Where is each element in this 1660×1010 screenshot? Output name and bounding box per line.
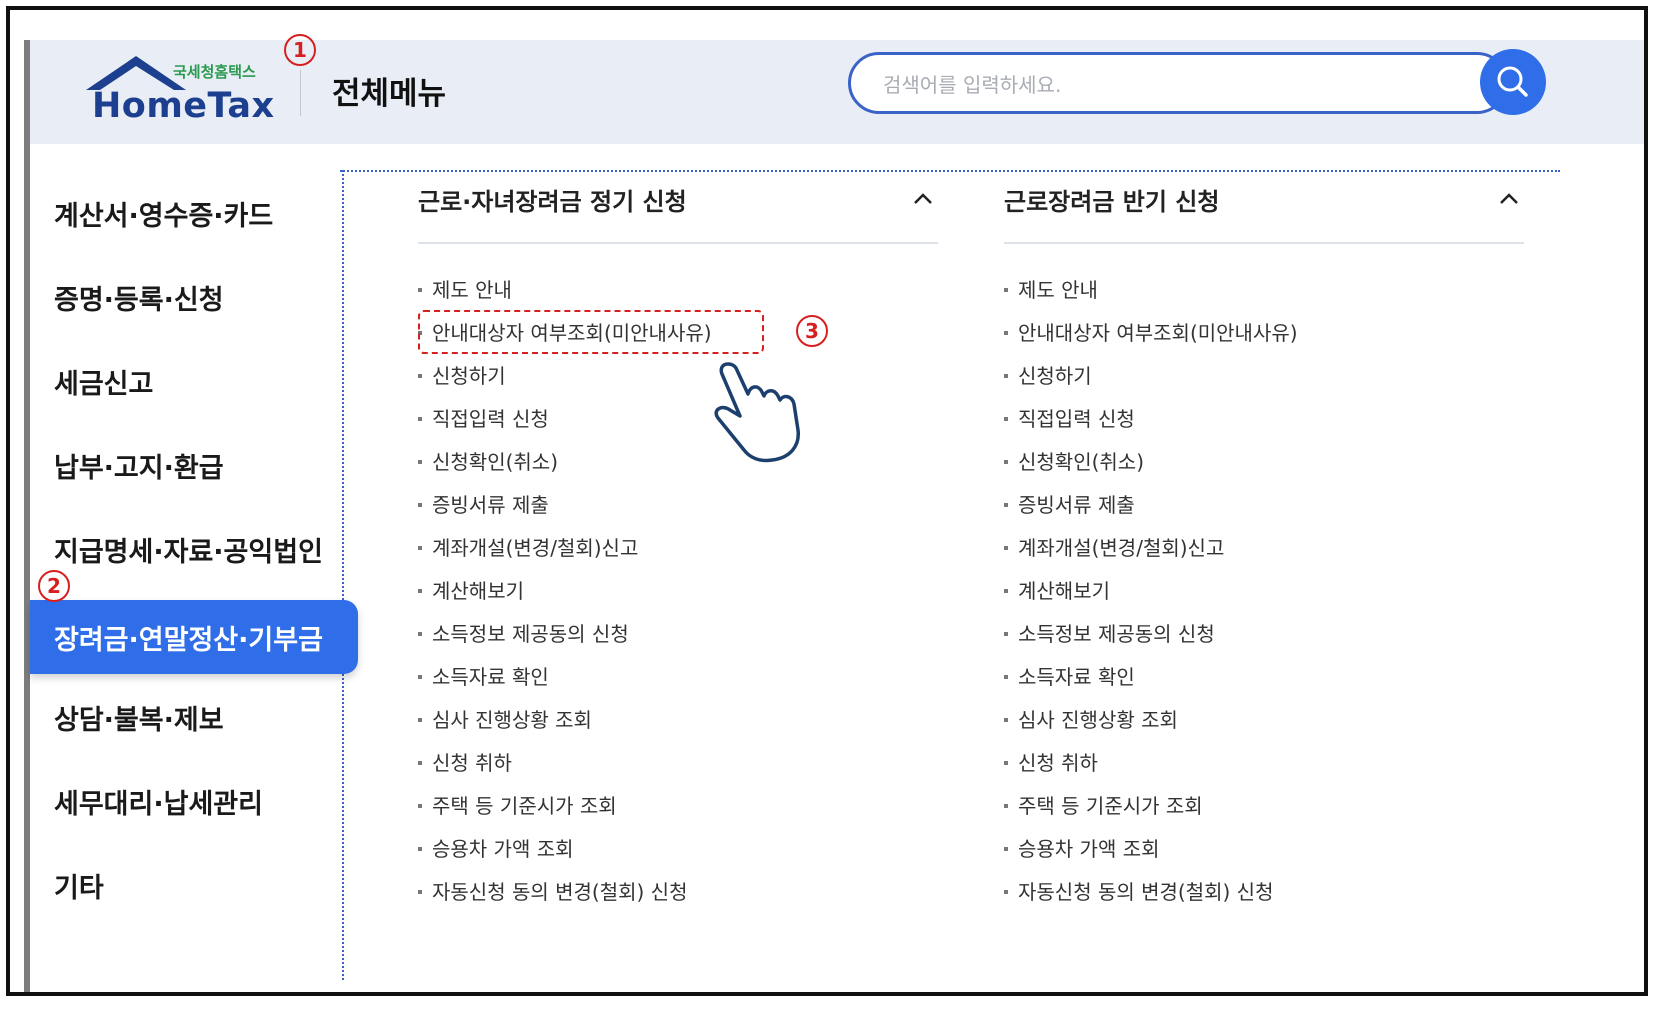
menu-link-confirm-cancel[interactable]: 신청확인(취소) — [1004, 446, 1298, 489]
sidebar-item-consulting[interactable]: 상담·불복·제보 — [54, 698, 224, 737]
search-box — [848, 52, 1508, 114]
menu-link-direct-input[interactable]: 직접입력 신청 — [1004, 403, 1298, 446]
search-icon — [1497, 66, 1528, 97]
sidebar-item-tax-agent[interactable]: 세무대리·납세관리 — [54, 782, 263, 821]
annotation-step-3: 3 — [796, 315, 828, 347]
sidebar-item-tax-filing[interactable]: 세금신고 — [54, 362, 153, 401]
menu-link-house-price[interactable]: 주택 등 기준시가 조회 — [418, 790, 712, 833]
menu-link-income-consent[interactable]: 소득정보 제공동의 신청 — [418, 618, 712, 661]
menu-list: 제도 안내 안내대상자 여부조회(미안내사유) 신청하기 직접입력 신청 신청확… — [1004, 274, 1298, 919]
column-divider — [1004, 242, 1524, 244]
chevron-up-icon[interactable] — [908, 184, 938, 214]
menu-link-submit-documents[interactable]: 증빙서류 제출 — [418, 489, 712, 532]
hometax-logo[interactable]: 국세청홈택스 HomeTax — [78, 50, 274, 130]
menu-link-review-status[interactable]: 심사 진행상황 조회 — [1004, 704, 1298, 747]
hand-pointer-icon — [714, 362, 800, 463]
search-input[interactable] — [881, 69, 1445, 101]
menu-link-apply[interactable]: 신청하기 — [1004, 360, 1298, 403]
menu-link-apply[interactable]: 신청하기 — [418, 360, 712, 403]
sidebar-item-payment[interactable]: 납부·고지·환급 — [54, 446, 224, 485]
menu-link-auto-apply[interactable]: 자동신청 동의 변경(철회) 신청 — [1004, 876, 1298, 919]
menu-link-auto-apply[interactable]: 자동신청 동의 변경(철회) 신청 — [418, 876, 712, 919]
menu-link-income-check[interactable]: 소득자료 확인 — [1004, 661, 1298, 704]
sidebar-item-certificate[interactable]: 증명·등록·신청 — [54, 278, 224, 317]
menu-link-withdraw[interactable]: 신청 취하 — [1004, 747, 1298, 790]
menu-link-account[interactable]: 계좌개설(변경/철회)신고 — [1004, 532, 1298, 575]
menu-link-eligibility-check[interactable]: 안내대상자 여부조회(미안내사유) — [1004, 317, 1298, 360]
header: 국세청홈택스 HomeTax 전체메뉴 — [30, 40, 1644, 144]
logo-wordmark: HomeTax — [92, 86, 275, 126]
menu-link-house-price[interactable]: 주택 등 기준시가 조회 — [1004, 790, 1298, 833]
sidebar-item-etc[interactable]: 기타 — [54, 866, 104, 905]
menu-link-income-check[interactable]: 소득자료 확인 — [418, 661, 712, 704]
sidebar: 계산서·영수증·카드 증명·등록·신청 세금신고 납부·고지·환급 지급명세·자… — [30, 160, 358, 990]
header-divider — [300, 70, 301, 116]
sidebar-item-payment-statement[interactable]: 지급명세·자료·공익법인 — [54, 530, 323, 569]
menu-panel-border-top — [340, 170, 1560, 172]
logo-subtitle: 국세청홈택스 — [173, 63, 256, 81]
menu-link-submit-documents[interactable]: 증빙서류 제출 — [1004, 489, 1298, 532]
menu-link-direct-input[interactable]: 직접입력 신청 — [418, 403, 712, 446]
menu-link-income-consent[interactable]: 소득정보 제공동의 신청 — [1004, 618, 1298, 661]
column-title: 근로·자녀장려금 정기 신청 — [418, 188, 687, 216]
annotation-step-2: 2 — [38, 570, 70, 602]
annotation-highlight-box — [418, 310, 764, 354]
menu-link-calculate[interactable]: 계산해보기 — [418, 575, 712, 618]
menu-link-confirm-cancel[interactable]: 신청확인(취소) — [418, 446, 712, 489]
page-title: 전체메뉴 — [332, 76, 447, 112]
sidebar-item-incentive-active[interactable]: 장려금·연말정산·기부금 — [30, 600, 358, 674]
menu-list: 제도 안내 안내대상자 여부조회(미안내사유) 신청하기 직접입력 신청 신청확… — [418, 274, 712, 919]
menu-link-car-value[interactable]: 승용차 가액 조회 — [1004, 833, 1298, 876]
sidebar-item-label: 장려금·연말정산·기부금 — [54, 625, 323, 656]
column-divider — [418, 242, 938, 244]
sidebar-item-invoice[interactable]: 계산서·영수증·카드 — [54, 194, 273, 233]
menu-link-calculate[interactable]: 계산해보기 — [1004, 575, 1298, 618]
chevron-up-icon[interactable] — [1494, 184, 1524, 214]
search-button[interactable] — [1480, 49, 1546, 115]
menu-link-withdraw[interactable]: 신청 취하 — [418, 747, 712, 790]
screenshot-frame: 국세청홈택스 HomeTax 전체메뉴 1 계산서·영수증·카드 증명·등록·신… — [6, 6, 1648, 996]
menu-link-car-value[interactable]: 승용차 가액 조회 — [418, 833, 712, 876]
menu-link-review-status[interactable]: 심사 진행상황 조회 — [418, 704, 712, 747]
menu-link-system-guide[interactable]: 제도 안내 — [1004, 274, 1298, 317]
annotation-step-1: 1 — [284, 34, 316, 66]
menu-link-account[interactable]: 계좌개설(변경/철회)신고 — [418, 532, 712, 575]
column-title: 근로장려금 반기 신청 — [1004, 188, 1220, 216]
